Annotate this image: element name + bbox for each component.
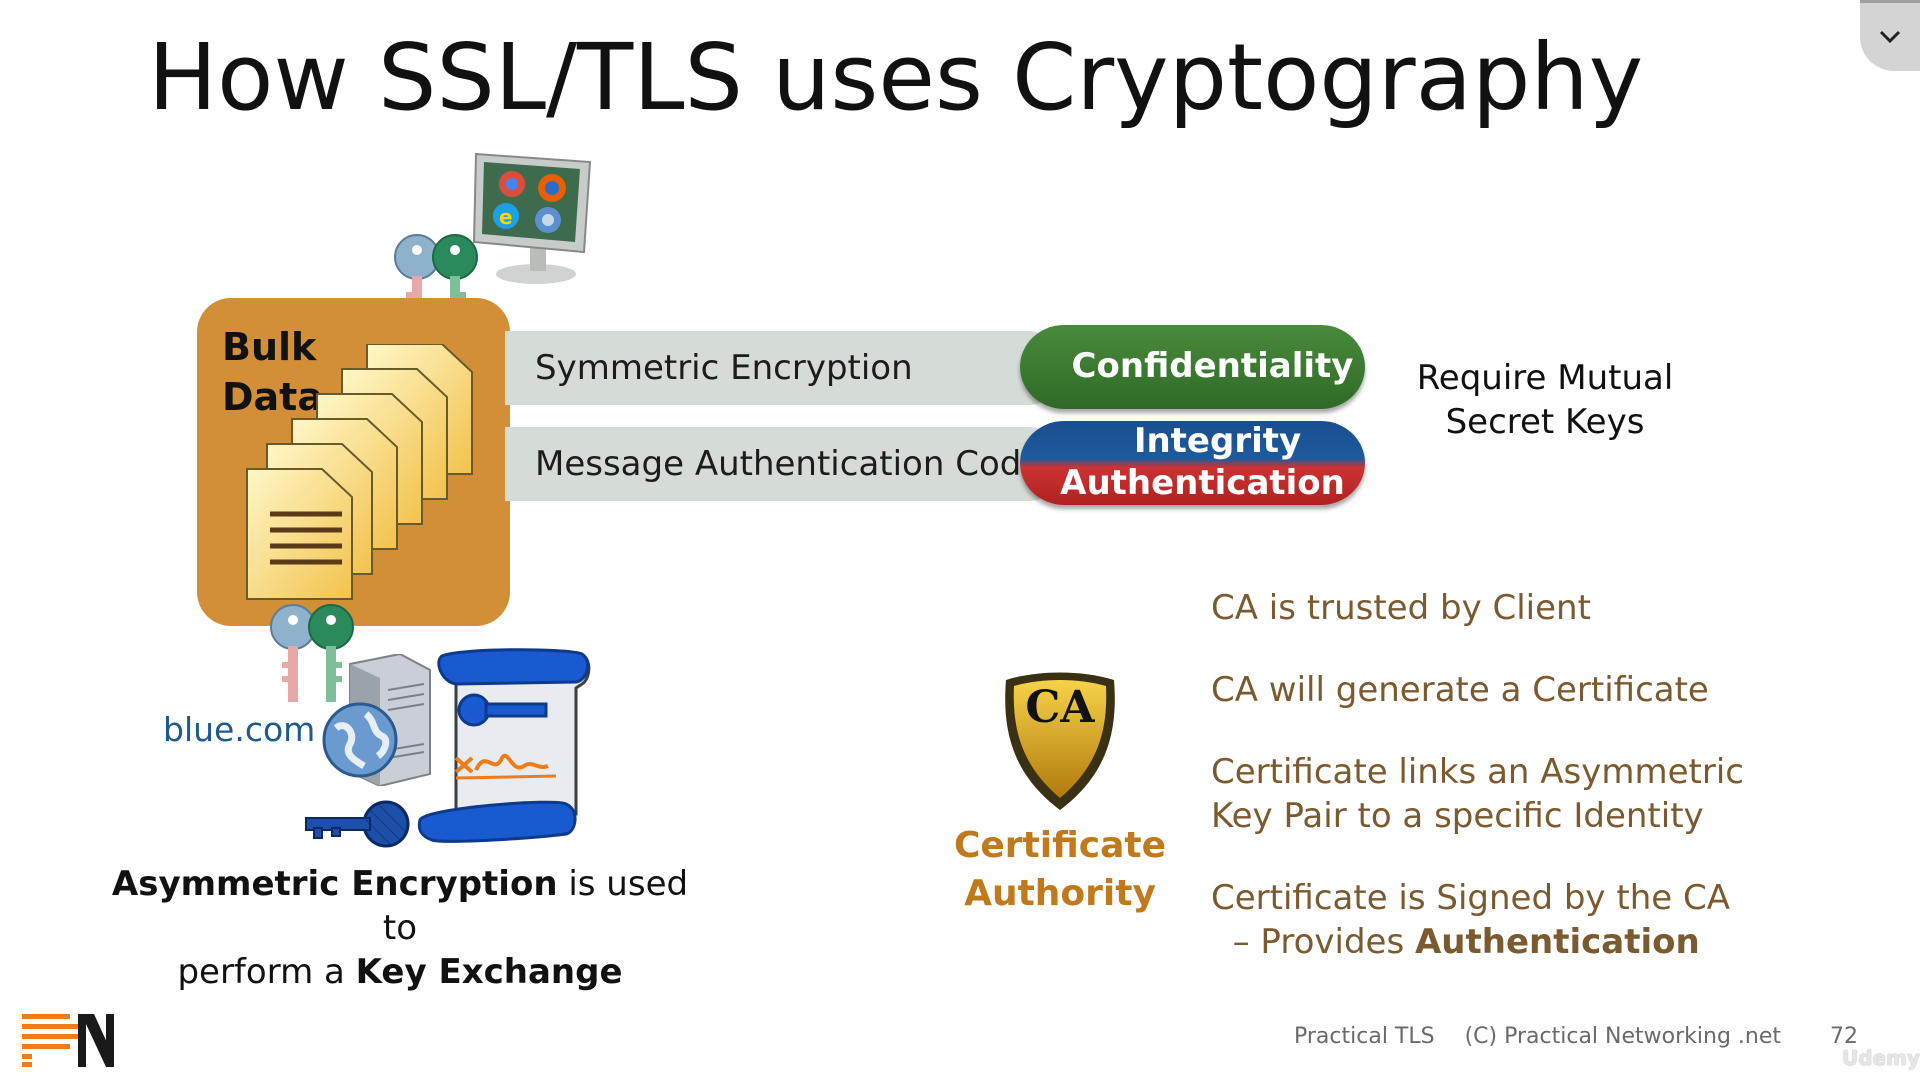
ca-point-links-line2: Key Pair to a specific Identity <box>1211 796 1704 836</box>
public-key-icon <box>305 800 410 848</box>
ca-point-signed-line2: – Provides Authentication <box>1211 920 1730 964</box>
footer-copyright: (C) Practical Networking .net <box>1464 1024 1782 1049</box>
ca-point-links: Certificate links an Asymmetric Key Pair… <box>1211 750 1744 838</box>
mutual-keys-line1: Require Mutual <box>1416 358 1674 398</box>
browser-monitor-icon: e <box>472 152 592 284</box>
globe-icon <box>322 702 398 778</box>
authentication-label: Authentication <box>1060 463 1345 503</box>
slide-footer: Practical TLS (C) Practical Networking .n… <box>1294 1024 1811 1049</box>
server-domain-label: blue.com <box>163 710 316 749</box>
symmetric-encryption-bar: Symmetric Encryption <box>505 331 1065 405</box>
confidentiality-label: Confidentiality <box>1071 346 1354 386</box>
integrity-authentication-pill: Integrity Authentication <box>1020 421 1365 505</box>
integrity-label: Integrity <box>1133 421 1302 461</box>
ca-point-generate: CA will generate a Certificate <box>1211 670 1709 710</box>
ca-caption-line2: Authority <box>964 873 1156 914</box>
mac-label: Message Authentication Code <box>535 444 1043 484</box>
ca-point-signed-line1: Certificate is Signed by the CA <box>1211 878 1730 918</box>
asymmetric-encryption-caption: Asymmetric Encryption is used to perform… <box>110 862 690 994</box>
ca-point-signed-text: – Provides <box>1232 922 1415 962</box>
collapse-toggle-button[interactable] <box>1860 0 1920 71</box>
svg-text:e: e <box>499 205 513 229</box>
slide-title: How SSL/TLS uses Cryptography <box>148 24 1644 131</box>
pn-logo <box>22 1014 114 1067</box>
mutual-keys-note: Require Mutual Secret Keys <box>1400 356 1690 444</box>
authentication-term: Authentication <box>1414 922 1700 962</box>
mac-bar: Message Authentication Code <box>505 427 1065 501</box>
chevron-down-icon <box>1879 30 1901 44</box>
certificate-scroll-icon <box>417 648 591 843</box>
ca-caption-line1: Certificate <box>953 825 1167 866</box>
asymmetric-encryption-term: Asymmetric Encryption <box>111 864 558 904</box>
footer-course: Practical TLS <box>1294 1024 1435 1049</box>
confidentiality-pill: Confidentiality <box>1020 325 1365 409</box>
ca-point-trusted: CA is trusted by Client <box>1211 588 1591 628</box>
asymmetric-caption-line2: perform a Key Exchange <box>110 950 690 994</box>
documents-stack-icon <box>246 344 473 600</box>
udemy-watermark: Udemy <box>1842 1046 1920 1070</box>
symmetric-encryption-label: Symmetric Encryption <box>535 348 913 388</box>
mutual-keys-line2: Secret Keys <box>1445 402 1645 442</box>
key-exchange-term: Key Exchange <box>355 952 623 992</box>
ca-point-signed: Certificate is Signed by the CA – Provid… <box>1211 876 1730 964</box>
ca-badge-text: CA <box>1025 682 1095 733</box>
asymmetric-caption-text2: perform a <box>177 952 356 992</box>
ca-shield-icon: CA <box>1005 672 1115 810</box>
certificate-authority-caption: Certificate Authority <box>950 822 1170 918</box>
ca-point-links-line1: Certificate links an Asymmetric <box>1211 752 1744 792</box>
asymmetric-caption-line1: Asymmetric Encryption is used to <box>110 862 690 950</box>
